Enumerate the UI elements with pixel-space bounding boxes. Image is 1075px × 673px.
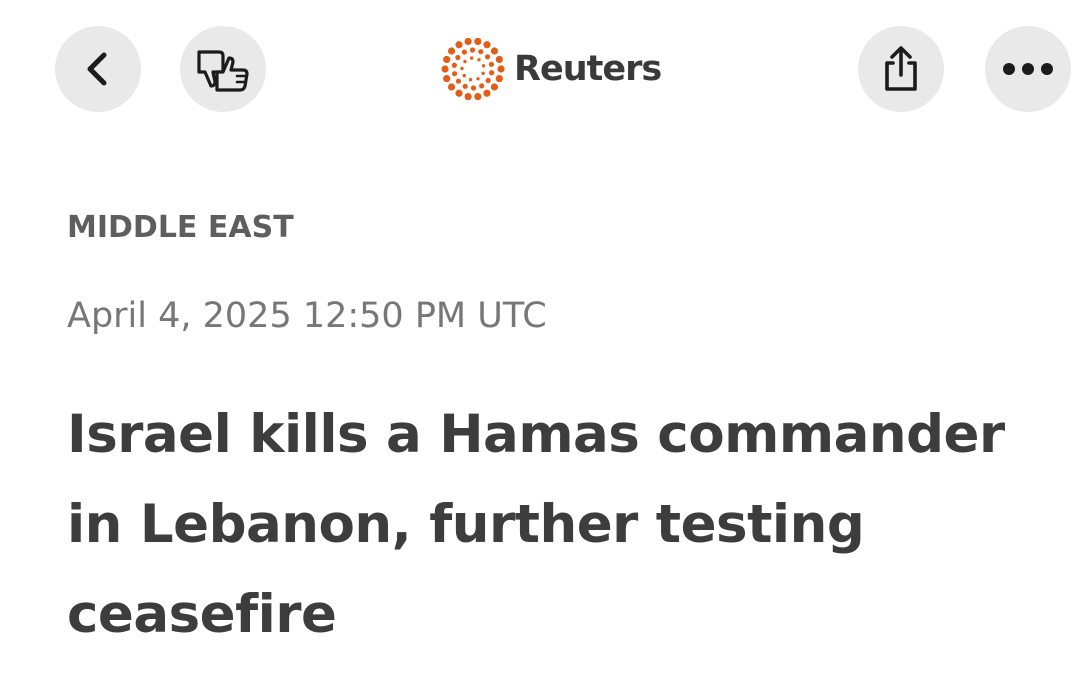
logo-dot	[484, 54, 491, 60]
logo-dot	[495, 55, 503, 64]
logo-dot	[495, 74, 503, 83]
logo-dot	[490, 47, 499, 55]
logo-dot	[461, 49, 467, 55]
share-icon	[885, 46, 917, 91]
logo-dot	[455, 89, 463, 97]
logo-dot	[489, 70, 495, 76]
more-options-button[interactable]	[985, 26, 1071, 112]
logo-dot	[451, 62, 457, 68]
share-button[interactable]	[858, 26, 944, 112]
logo-dot	[443, 55, 451, 64]
logo-dot	[462, 73, 466, 78]
logo-dot	[460, 66, 464, 71]
logo-dot	[477, 58, 481, 62]
logo-dot	[462, 83, 468, 89]
brand-logo: Reuters	[440, 34, 662, 104]
logo-dot	[483, 41, 491, 49]
logo-dot	[464, 92, 472, 101]
logo-dot	[474, 92, 482, 101]
thumbs-down-up-icon	[197, 50, 249, 92]
logo-dot	[469, 47, 476, 53]
brand-name: Reuters	[514, 49, 662, 89]
feedback-button[interactable]	[180, 26, 266, 112]
logo-dot	[497, 65, 505, 73]
logo-dot	[481, 64, 486, 68]
publish-timestamp: April 4, 2025 12:50 PM UTC	[67, 296, 547, 336]
logo-dot	[488, 61, 495, 67]
logo-dot	[474, 37, 482, 46]
logo-dot	[469, 56, 474, 60]
logo-dot	[479, 83, 485, 89]
logo-dot	[447, 83, 456, 91]
logo-dot	[455, 54, 461, 61]
chevron-left-icon	[87, 52, 107, 86]
logo-dot	[490, 83, 499, 91]
logo-dot	[451, 71, 458, 77]
logo-dot	[455, 41, 463, 49]
top-navigation-bar: Reuters	[0, 0, 1075, 140]
logo-dot	[464, 37, 472, 46]
logo-dot	[478, 49, 484, 55]
logo-dot	[443, 74, 451, 83]
logo-dot	[485, 77, 491, 84]
logo-dot	[455, 78, 462, 84]
logo-dot	[470, 85, 477, 91]
logo-dot	[483, 89, 491, 97]
article-headline: Israel kills a Hamas commander in Lebano…	[67, 404, 1005, 645]
logo-dot	[468, 78, 473, 82]
logo-dot	[463, 59, 467, 64]
logo-dot	[476, 77, 480, 81]
section-label[interactable]: MIDDLE EAST	[67, 210, 294, 245]
logo-dot	[481, 71, 485, 75]
reuters-dot-ring-logo	[441, 37, 505, 101]
logo-dot	[447, 47, 456, 55]
back-button[interactable]	[55, 26, 141, 112]
ellipsis-icon	[1003, 63, 1053, 75]
logo-dot	[441, 65, 449, 73]
